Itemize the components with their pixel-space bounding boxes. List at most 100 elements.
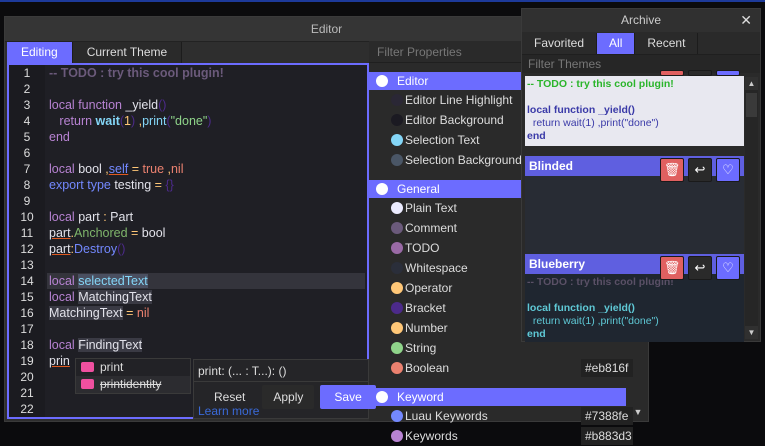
hex-input[interactable]: #eb816f (581, 359, 633, 377)
color-swatch[interactable] (391, 262, 403, 274)
autocomplete-item[interactable]: printidentity (76, 376, 190, 393)
function-icon (81, 362, 94, 372)
preview-line: end (527, 328, 546, 340)
theme-card-blinded[interactable]: Blinded 🗑 ↩ ♡ (525, 156, 744, 256)
reply-icon[interactable]: ↩ (688, 256, 712, 280)
favorite-button[interactable] (716, 70, 740, 76)
code-token: local (49, 274, 79, 288)
apply-button[interactable]: Apply (262, 385, 315, 409)
heart-icon[interactable]: ♡ (716, 158, 740, 182)
code-token: = (154, 178, 166, 192)
autocomplete-item[interactable]: print (76, 359, 190, 376)
tab-all[interactable]: All (597, 33, 636, 54)
color-swatch[interactable] (391, 94, 403, 106)
property-label: Keywords (405, 429, 458, 443)
palette-icon (376, 183, 388, 195)
trash-icon[interactable]: 🗑 (660, 158, 684, 182)
save-button[interactable]: Save (320, 385, 376, 409)
theme-card[interactable]: -- TODO : try this cool plugin! local fu… (525, 70, 744, 146)
line-number: 7 (23, 162, 31, 176)
line-number: 19 (20, 354, 34, 368)
code-token: testing (114, 178, 155, 192)
theme-card-blueberry[interactable]: Blueberry 🗑 ↩ ♡ -- TODO : try this cool pl… (525, 254, 744, 342)
heart-icon[interactable]: ♡ (716, 256, 740, 280)
color-swatch[interactable] (391, 282, 403, 294)
code-token: Anchored (74, 226, 128, 240)
code-token: local (49, 290, 79, 304)
hex-input[interactable]: #b883d3 (581, 427, 633, 445)
color-swatch[interactable] (391, 154, 403, 166)
close-icon[interactable]: ✕ (740, 9, 752, 32)
color-swatch[interactable] (391, 322, 403, 334)
color-swatch[interactable] (391, 342, 403, 354)
line-number: 12 (20, 242, 34, 256)
code-token: nil (170, 162, 184, 176)
archive-scrollbar[interactable]: ▲ ▼ (745, 77, 758, 339)
color-swatch[interactable] (391, 302, 403, 314)
preview-line: return wait(1) ,print("done") (527, 315, 659, 327)
code-token: Part (110, 210, 134, 224)
scroll-up-arrow[interactable]: ▲ (745, 77, 758, 90)
palette-icon (376, 75, 388, 87)
property-group-keyword[interactable]: Keyword (369, 388, 626, 406)
line-number: 6 (23, 146, 31, 160)
archive-title-bar: Archive ✕ (522, 9, 760, 32)
code-token: _yield (125, 98, 159, 112)
palette-icon (376, 391, 388, 403)
function-icon (81, 379, 94, 389)
group-label: Editor (397, 74, 429, 88)
code-line: local selectedText (47, 273, 365, 289)
property-row[interactable]: Boolean #eb816f (369, 358, 639, 378)
group-label: General (397, 182, 440, 196)
color-swatch[interactable] (391, 410, 403, 422)
tab-editing[interactable]: Editing (7, 42, 73, 63)
code-token: FindingText (78, 338, 143, 352)
color-swatch[interactable] (391, 362, 403, 374)
code-line: end (47, 129, 365, 145)
code-line: part.Anchored = bool (47, 225, 365, 241)
line-number: 2 (23, 82, 31, 96)
code-token: end (49, 130, 70, 144)
revert-button[interactable] (688, 70, 712, 76)
line-number: 9 (23, 194, 31, 208)
archive-tabs: Favorited All Recent (522, 33, 760, 54)
reply-icon[interactable]: ↩ (688, 158, 712, 182)
color-swatch[interactable] (391, 202, 403, 214)
line-number: 20 (20, 370, 34, 384)
preview-line (527, 91, 742, 104)
desktop-top-border (0, 0, 765, 2)
tab-current-theme[interactable]: Current Theme (72, 42, 183, 63)
code-token: = (127, 226, 142, 240)
color-swatch[interactable] (391, 222, 403, 234)
property-label: Bracket (405, 301, 446, 315)
property-row[interactable]: Luau Keywords #7388fe (369, 406, 639, 426)
preview-line: -- TODO : try this cool plugin! (527, 78, 674, 90)
scroll-down-arrow[interactable]: ▼ (631, 407, 645, 421)
signature-text: print: (... : T...): () (194, 360, 368, 382)
reset-button[interactable]: Reset (203, 385, 256, 409)
code-token: part (78, 210, 104, 224)
line-number: 17 (20, 322, 34, 336)
code-token: nil (136, 306, 150, 320)
color-swatch[interactable] (391, 114, 403, 126)
tab-favorited[interactable]: Favorited (522, 33, 598, 54)
line-number: 1 (23, 66, 31, 80)
color-swatch[interactable] (391, 134, 403, 146)
hex-input[interactable]: #7388fe (581, 407, 633, 425)
scroll-thumb[interactable] (746, 93, 757, 117)
property-row[interactable]: Keywords #b883d3 (369, 426, 639, 446)
color-swatch[interactable] (391, 242, 403, 254)
trash-icon[interactable]: 🗑 (660, 256, 684, 280)
code-token: wait (95, 114, 120, 128)
theme-list: -- TODO : try this cool plugin! local fu… (525, 70, 744, 342)
code-token: export (49, 178, 88, 192)
delete-button[interactable] (660, 70, 684, 76)
scroll-down-arrow[interactable]: ▼ (745, 326, 758, 339)
code-token: {} (165, 178, 174, 192)
code-token: type (87, 178, 115, 192)
code-token: "done" (170, 114, 208, 128)
code-token: return (49, 114, 96, 128)
code-line: local part : Part (47, 209, 365, 225)
tab-recent[interactable]: Recent (635, 33, 699, 54)
